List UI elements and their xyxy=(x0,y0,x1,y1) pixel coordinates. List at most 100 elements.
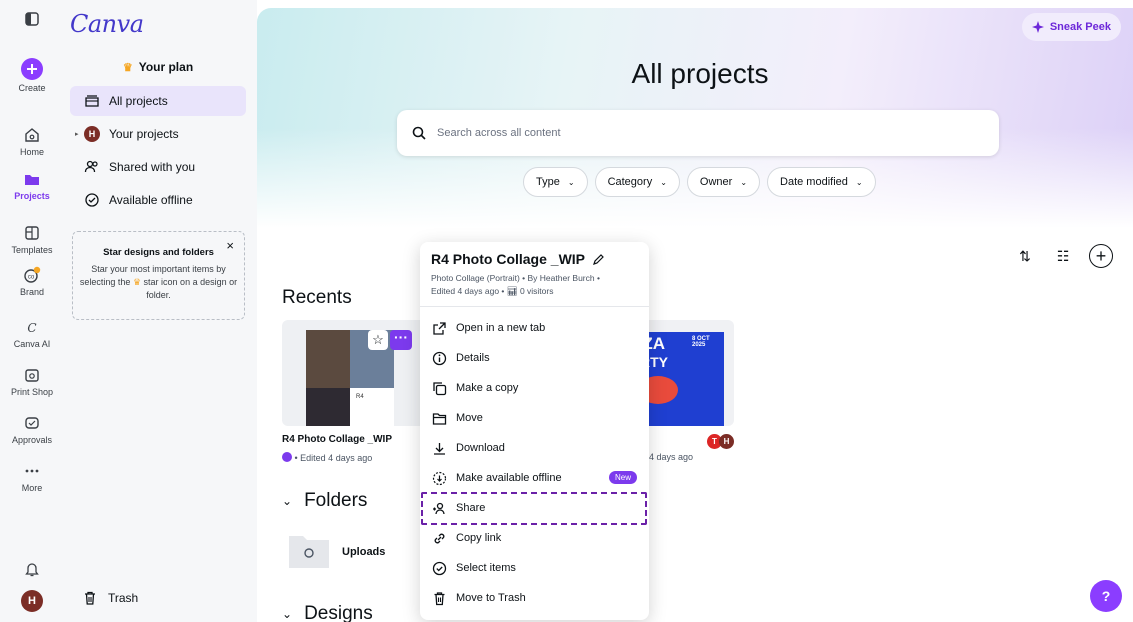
print-shop-icon xyxy=(25,369,39,382)
pencil-icon[interactable] xyxy=(592,253,605,266)
sneak-peek-label: Sneak Peek xyxy=(1049,21,1111,33)
menu-item-make-copy[interactable]: Make a copy xyxy=(420,373,649,403)
templates-icon xyxy=(25,226,39,240)
rail-templates-button[interactable]: Templates xyxy=(0,224,64,255)
card-meta-text: • Edited 4 days ago xyxy=(294,453,373,463)
nav-all-projects[interactable]: All projects xyxy=(70,86,246,116)
canva-logo[interactable]: Canva xyxy=(70,10,144,38)
rail-label: Home xyxy=(19,147,44,157)
owner-badge-icon xyxy=(282,452,292,462)
menu-item-label: Move to Trash xyxy=(456,592,526,604)
filter-label: Category xyxy=(607,176,653,188)
trash-button[interactable]: Trash xyxy=(82,590,138,606)
thumb-label: R4 xyxy=(356,394,364,400)
svg-text:co: co xyxy=(28,275,35,281)
tip-title: Star designs and folders xyxy=(103,247,214,258)
edited-text: Edited 4 days ago • xyxy=(431,286,505,296)
rail-print-shop-button[interactable]: Print Shop xyxy=(0,366,64,397)
rail-label: Brand xyxy=(19,287,45,297)
rail-create-button[interactable]: Create xyxy=(0,58,64,93)
filter-category[interactable]: Category ⌄ xyxy=(594,167,680,197)
your-plan-button[interactable]: ♛ Your plan xyxy=(70,54,246,80)
sort-icon: ⇅ xyxy=(1019,247,1031,264)
designs-section-toggle[interactable]: ⌄ Designs xyxy=(282,603,373,622)
svg-text:C: C xyxy=(27,321,36,335)
sidebar-toggle-icon xyxy=(25,12,39,26)
more-options-button[interactable]: ··· xyxy=(390,330,412,350)
avatar: H xyxy=(84,126,100,142)
filter-owner[interactable]: Owner ⌄ xyxy=(686,167,761,197)
copy-icon xyxy=(433,381,447,395)
chevron-down-icon: ⌄ xyxy=(282,606,293,621)
star-button[interactable]: ☆ xyxy=(368,330,388,350)
filter-date-modified[interactable]: Date modified ⌄ xyxy=(767,167,876,197)
menu-item-make-offline[interactable]: Make available offline New xyxy=(420,463,649,493)
sort-button[interactable]: ⇅ xyxy=(1013,244,1037,268)
menu-item-move-to-trash[interactable]: Move to Trash xyxy=(420,583,649,613)
your-plan-label: Your plan xyxy=(138,60,194,74)
rail-projects-button[interactable]: Projects xyxy=(0,170,64,201)
brand-icon: co xyxy=(24,266,41,283)
menu-subtitle: Photo Collage (Portrait) • By Heather Bu… xyxy=(431,272,638,298)
menu-item-download[interactable]: Download xyxy=(420,433,649,463)
rail-approvals-button[interactable]: Approvals xyxy=(0,414,64,445)
folders-section-toggle[interactable]: ⌄ Folders xyxy=(282,490,367,512)
filter-type[interactable]: Type ⌄ xyxy=(523,167,588,197)
crown-icon: ♛ xyxy=(122,62,133,74)
approvals-icon xyxy=(25,417,39,429)
list-view-button[interactable]: ☷ xyxy=(1051,244,1075,268)
context-menu: R4 Photo Collage _WIP Photo Collage (Por… xyxy=(420,242,649,620)
main-content: Sneak Peek All projects Search across al… xyxy=(257,0,1133,622)
menu-item-copy-link[interactable]: Copy link xyxy=(420,523,649,553)
sneak-peek-button[interactable]: Sneak Peek xyxy=(1021,13,1121,41)
nav-your-projects[interactable]: ▸ H Your projects xyxy=(70,119,246,149)
sidebar-toggle-button[interactable] xyxy=(0,10,64,31)
menu-item-move[interactable]: Move xyxy=(420,403,649,433)
rail-label: Projects xyxy=(14,191,50,201)
add-button[interactable]: + xyxy=(1089,244,1113,268)
rail-more-button[interactable]: More xyxy=(0,462,64,493)
account-avatar-button[interactable]: H xyxy=(0,590,64,612)
close-icon[interactable]: × xyxy=(226,239,234,252)
card-title[interactable]: R4 Photo Collage _WIP xyxy=(282,434,392,445)
notifications-button[interactable] xyxy=(0,560,64,581)
nav-label: Available offline xyxy=(109,193,193,207)
view-toolbar: ⇅ ☷ + xyxy=(1013,244,1113,268)
nav-label: All projects xyxy=(109,94,168,108)
avatar: H xyxy=(719,434,734,449)
caret-right-icon[interactable]: ▸ xyxy=(75,130,79,138)
rail-home-button[interactable]: Home xyxy=(0,126,64,157)
search-input[interactable]: Search across all content xyxy=(397,110,999,156)
offline-check-icon xyxy=(85,193,99,207)
menu-item-label: Copy link xyxy=(456,532,502,544)
star-icon: ♛ xyxy=(132,277,142,287)
design-stats: Edited 4 days ago • 📊︎ 0 visitors xyxy=(431,285,638,298)
nav-available-offline[interactable]: Available offline xyxy=(70,185,246,215)
rail-label: Templates xyxy=(11,245,53,255)
list-icon: ☷ xyxy=(1056,247,1070,264)
uploads-folder-icon[interactable] xyxy=(289,532,329,568)
tip-body-suffix: star icon on a design or folder. xyxy=(143,277,238,300)
folder-name[interactable]: Uploads xyxy=(342,546,385,558)
thumb-date: 8 OCT 2025 xyxy=(692,336,710,348)
check-circle-icon xyxy=(432,561,447,575)
offline-download-icon xyxy=(432,471,447,485)
filter-label: Date modified xyxy=(780,176,848,188)
rail-brand-button[interactable]: co Brand xyxy=(0,266,64,297)
menu-item-select-items[interactable]: Select items xyxy=(420,553,649,583)
nav-shared-with-you[interactable]: Shared with you xyxy=(70,152,246,182)
share-people-icon xyxy=(433,502,445,514)
menu-item-open-new-tab[interactable]: Open in a new tab xyxy=(420,313,649,343)
menu-item-details[interactable]: Details xyxy=(420,343,649,373)
new-badge: New xyxy=(608,471,637,484)
trash-icon xyxy=(85,591,95,605)
folder-icon xyxy=(25,175,39,185)
external-link-icon xyxy=(433,321,446,335)
search-placeholder: Search across all content xyxy=(437,127,561,139)
help-button[interactable]: ? xyxy=(1090,580,1122,612)
rail-canva-ai-button[interactable]: C Canva AI xyxy=(0,318,64,349)
avatar: H xyxy=(21,590,43,612)
menu-item-share[interactable]: Share xyxy=(420,493,649,523)
bell-icon xyxy=(25,563,39,577)
projects-icon xyxy=(85,95,99,107)
